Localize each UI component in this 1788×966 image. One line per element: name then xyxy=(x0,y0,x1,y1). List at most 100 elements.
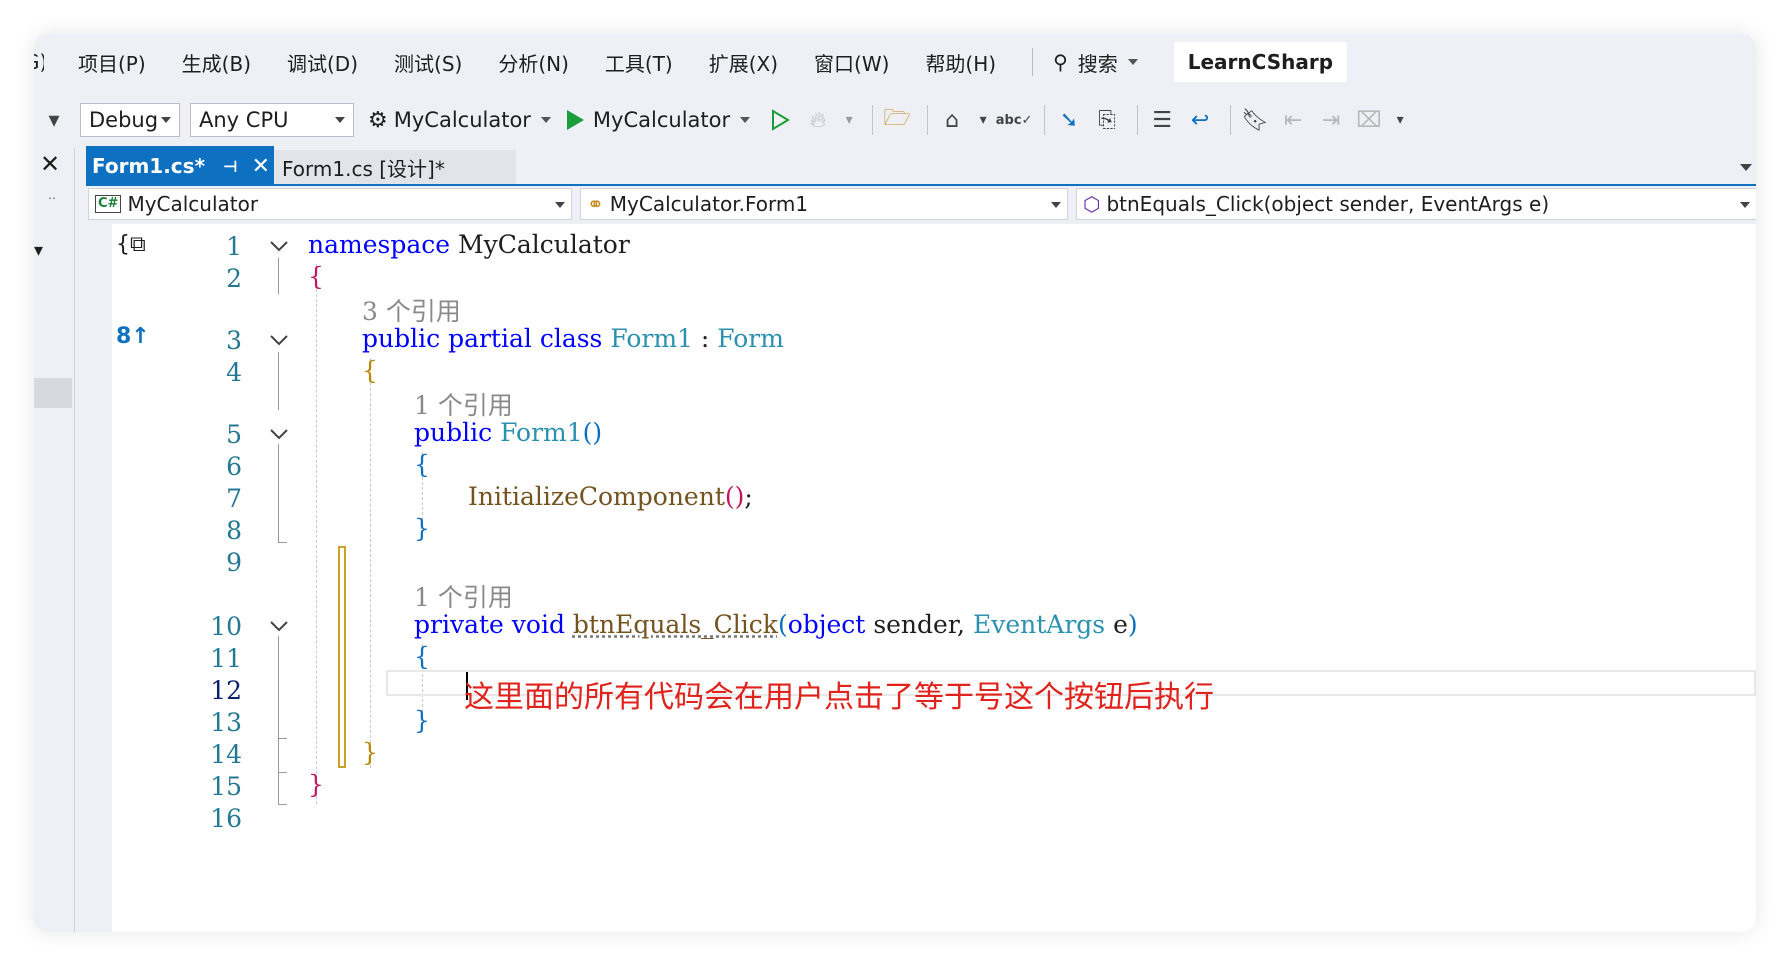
codelens-references[interactable]: 3 个引用 xyxy=(362,292,461,328)
tab-label: Form1.cs* xyxy=(92,154,206,178)
inheritance-glyph-icon[interactable]: 8↑ xyxy=(116,324,150,349)
select-cursor-icon[interactable]: ➘ xyxy=(1053,103,1085,137)
solution-name: LearnCSharp xyxy=(1173,42,1348,82)
tab-form1-cs[interactable]: Form1.cs* ⊣ ✕ xyxy=(86,146,274,186)
window-layout-icon[interactable]: ⌂ xyxy=(936,103,968,137)
code-token: InitializeComponent xyxy=(468,482,725,511)
line-number: 16 xyxy=(210,804,242,833)
code-line-1[interactable]: namespace MyCalculator xyxy=(308,230,630,259)
code-line-3[interactable]: public partial class Form1 : Form xyxy=(362,324,784,353)
file-compare-icon[interactable]: ⎘ xyxy=(1091,103,1123,137)
code-line-15[interactable]: } xyxy=(308,770,324,799)
close-icon[interactable]: ✕ xyxy=(40,150,60,178)
platform-select[interactable]: Any CPU xyxy=(190,103,354,137)
config-select[interactable]: Debug xyxy=(80,103,180,137)
collapse-chevron-icon[interactable] xyxy=(270,334,288,348)
menu-item-help[interactable]: 帮助(H) xyxy=(925,48,996,77)
menu-item-debug[interactable]: 调试(D) xyxy=(287,48,358,77)
member-dropdown[interactable]: ⬡ btnEquals_Click(object sender, EventAr… xyxy=(1076,188,1756,220)
code-line-8[interactable]: } xyxy=(414,514,430,543)
chevron-down-icon xyxy=(1051,202,1061,208)
code-token: object xyxy=(787,610,866,639)
namespace-glyph-icon[interactable]: {⧉ xyxy=(116,232,146,257)
code-token: private xyxy=(414,610,504,639)
chevron-down-icon xyxy=(1740,202,1750,208)
collapse-chevron-icon[interactable] xyxy=(270,620,288,634)
code-line-11[interactable]: { xyxy=(414,642,430,671)
line-number: 8 xyxy=(226,516,242,545)
code-line-6[interactable]: { xyxy=(414,450,430,479)
code-token: Form1 xyxy=(500,418,583,447)
chevron-down-icon xyxy=(740,117,751,123)
chevron-down-icon[interactable]: ▾ xyxy=(1391,103,1409,137)
menu-item-project[interactable]: 项目(P) xyxy=(78,48,146,77)
code-token: EventArgs xyxy=(972,610,1106,639)
play-icon xyxy=(566,110,584,130)
toolbar-separator xyxy=(1044,105,1046,135)
dropdown-icon[interactable]: ▾ xyxy=(34,240,43,261)
more-icon[interactable]: ‥ xyxy=(48,188,56,202)
code-line-13[interactable]: } xyxy=(414,706,430,735)
standard-toolbar: ▾ Debug Any CPU ⚙ MyCalculator MyCalcula… xyxy=(34,92,1756,148)
collapse-chevron-icon[interactable] xyxy=(270,428,288,442)
next-bookmark-icon[interactable]: ⇥ xyxy=(1315,103,1347,137)
menu-item-test[interactable]: 测试(S) xyxy=(394,48,462,77)
hot-reload-icon[interactable]: 🔥︎ xyxy=(802,103,834,137)
csharp-project-icon: C# xyxy=(95,195,122,213)
startup-project-button[interactable]: ⚙ MyCalculator xyxy=(368,108,551,133)
chevron-down-icon xyxy=(1127,59,1138,65)
code-token: sender, xyxy=(873,610,965,639)
menu-bar: G) 项目(P) 生成(B) 调试(D) 测试(S) 分析(N) 工具(T) 扩… xyxy=(34,34,1756,90)
previous-bookmark-icon[interactable]: ⇤ xyxy=(1277,103,1309,137)
code-line-4[interactable]: { xyxy=(362,356,378,385)
toolbar-overflow-icon[interactable]: ▾ xyxy=(34,103,74,137)
code-line-14[interactable]: } xyxy=(362,738,378,767)
comment-lines-icon[interactable]: ↩ xyxy=(1184,103,1216,137)
start-without-debugging-icon[interactable] xyxy=(764,103,796,137)
code-line-5[interactable]: public Form1() xyxy=(414,418,602,447)
toolbar-separator xyxy=(927,105,929,135)
code-token: namespace xyxy=(308,230,451,259)
menu-item-analyze[interactable]: 分析(N) xyxy=(498,48,569,77)
start-debugging-button[interactable]: MyCalculator xyxy=(565,108,751,132)
search-box[interactable]: ⚲ 搜索 xyxy=(1053,48,1138,77)
codelens-references[interactable]: 1 个引用 xyxy=(414,386,513,422)
class-dropdown[interactable]: ⚭ MyCalculator.Form1 xyxy=(580,188,1068,220)
method-icon: ⬡ xyxy=(1083,192,1101,216)
menu-item-git[interactable]: G) xyxy=(34,50,44,74)
bookmark-icon[interactable]: 🔖︎ xyxy=(1239,103,1271,137)
line-number: 14 xyxy=(210,740,242,769)
menu-item-tools[interactable]: 工具(T) xyxy=(605,48,673,77)
chevron-down-icon[interactable]: ▾ xyxy=(974,103,992,137)
chevron-down-icon[interactable] xyxy=(1740,164,1752,171)
line-number: 7 xyxy=(226,484,242,513)
close-icon[interactable]: ✕ xyxy=(252,154,270,179)
chevron-down-icon xyxy=(555,202,565,208)
open-folder-icon[interactable]: 🗁 xyxy=(881,103,913,137)
code-editor[interactable]: {⧉ 8↑ 1 2 3 4 5 6 7 8 9 10 11 12 13 14 1… xyxy=(112,224,1756,932)
tab-form1-designer[interactable]: Form1.cs [设计]* xyxy=(274,150,516,184)
indent-icon[interactable]: ☰ xyxy=(1146,103,1178,137)
spell-check-icon[interactable]: abc✓ xyxy=(996,103,1033,137)
code-line-2[interactable]: { xyxy=(308,262,324,291)
menu-item-extensions[interactable]: 扩展(X) xyxy=(709,48,778,77)
codelens-references[interactable]: 1 个引用 xyxy=(414,578,513,614)
pin-icon[interactable]: ⊣ xyxy=(223,157,238,176)
code-token: () xyxy=(724,482,745,511)
project-dropdown[interactable]: C# MyCalculator xyxy=(88,188,572,220)
menu-item-window[interactable]: 窗口(W) xyxy=(814,48,889,77)
line-number: 2 xyxy=(226,264,242,293)
code-line-7[interactable]: InitializeComponent(); xyxy=(468,482,753,511)
code-token: partial xyxy=(448,324,532,353)
chevron-down-icon xyxy=(161,117,171,123)
chevron-down-icon[interactable]: ▾ xyxy=(840,103,858,137)
line-number: 15 xyxy=(210,772,242,801)
collapse-chevron-icon[interactable] xyxy=(270,240,288,254)
indent-guide xyxy=(370,358,371,768)
clear-bookmarks-icon[interactable]: ⌧ xyxy=(1353,103,1385,137)
toolbar-separator xyxy=(872,105,874,135)
code-line-10[interactable]: private void btnEquals_Click(object send… xyxy=(414,610,1138,639)
code-token: e xyxy=(1113,610,1128,639)
menu-item-build[interactable]: 生成(B) xyxy=(182,48,251,77)
selected-item[interactable] xyxy=(34,378,72,408)
